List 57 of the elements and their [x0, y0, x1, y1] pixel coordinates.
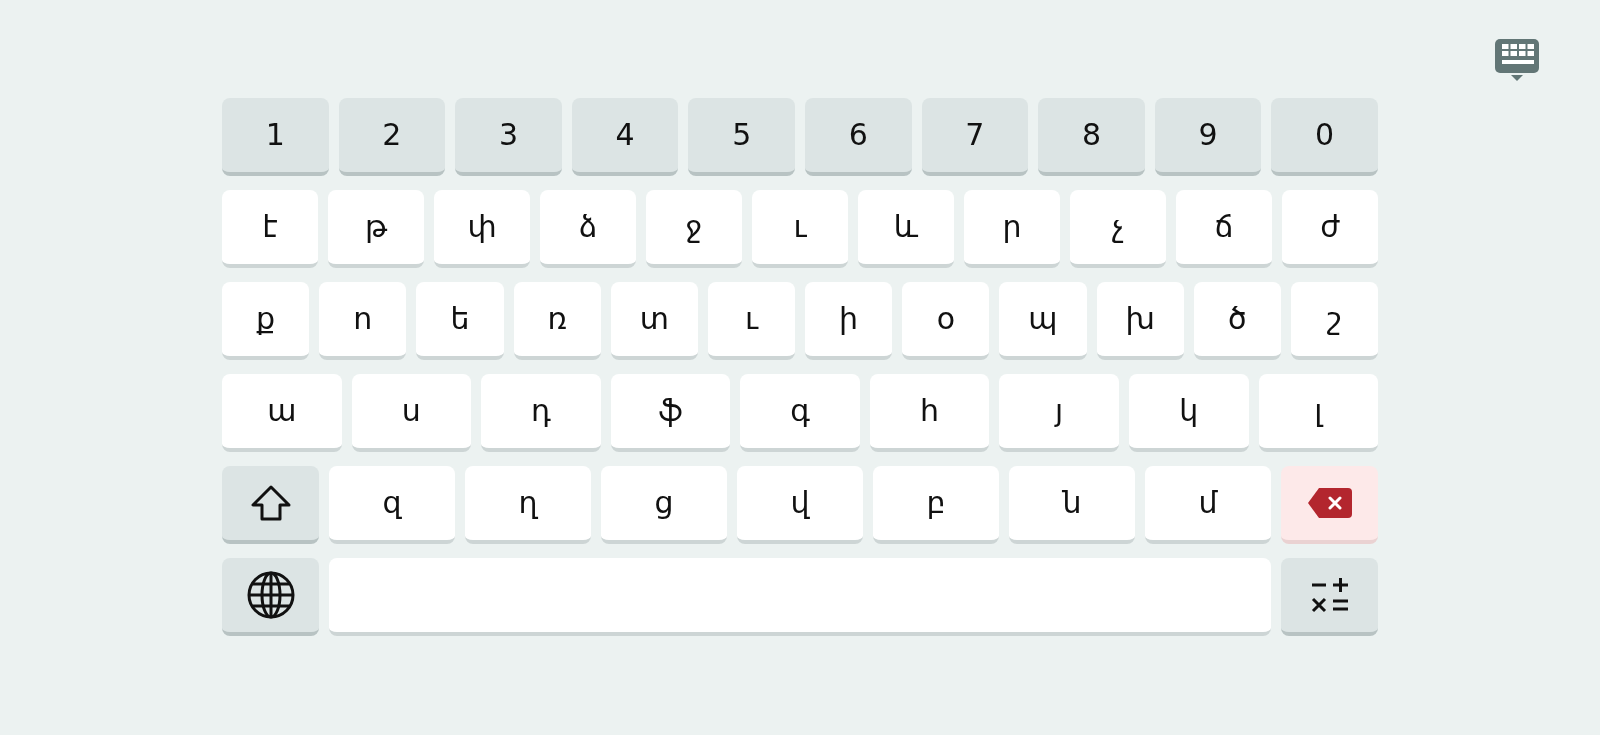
letter-key[interactable]: ք	[222, 282, 310, 360]
letter-key[interactable]: ծ	[1193, 282, 1281, 360]
letter-key[interactable]: ե	[416, 282, 504, 360]
shift-key[interactable]	[222, 466, 319, 544]
digit-key[interactable]: 9	[1154, 98, 1262, 176]
letter-key[interactable]: ւ	[707, 282, 796, 360]
letter-key[interactable]: բ	[873, 466, 999, 544]
math-symbols-icon	[1310, 577, 1349, 613]
letter-key[interactable]: շ	[1290, 282, 1379, 360]
backspace-icon	[1307, 488, 1352, 518]
letter-key[interactable]: ջ	[646, 190, 742, 268]
letter-key[interactable]: ի	[805, 282, 893, 360]
language-key[interactable]	[222, 558, 319, 636]
letter-key[interactable]: փ	[434, 190, 530, 268]
letter-key[interactable]: հ	[869, 374, 990, 452]
letter-key[interactable]: գ	[740, 374, 860, 452]
letter-key[interactable]: ո	[319, 282, 407, 360]
symbols-key[interactable]	[1281, 558, 1378, 636]
letter-key[interactable]: ձ	[540, 190, 636, 268]
letter-key[interactable]: չ	[1070, 190, 1166, 268]
digit-key[interactable]: 1	[222, 98, 329, 176]
letter-key[interactable]: ժ	[1282, 190, 1378, 268]
digit-key[interactable]: 4	[571, 98, 679, 176]
letter-key[interactable]: ճ	[1176, 190, 1272, 268]
letter-key[interactable]: և	[858, 190, 954, 268]
letter-key[interactable]: ն	[1009, 466, 1135, 544]
digit-key[interactable]: 2	[338, 98, 446, 176]
letter-key[interactable]: ղ	[465, 466, 591, 544]
letter-key[interactable]: պ	[999, 282, 1087, 360]
letter-key[interactable]: օ	[902, 282, 990, 360]
globe-icon	[246, 571, 295, 619]
letter-key[interactable]: ս	[351, 374, 472, 452]
letter-key[interactable]: ւ	[752, 190, 848, 268]
letter-key[interactable]: լ	[1258, 374, 1379, 452]
letter-key[interactable]: թ	[328, 190, 424, 268]
keyboard-icon[interactable]	[1495, 39, 1539, 81]
letter-key[interactable]: կ	[1128, 374, 1249, 452]
digit-key[interactable]: 0	[1271, 98, 1378, 176]
letter-key[interactable]: ց	[601, 466, 727, 544]
letter-key[interactable]: յ	[999, 374, 1119, 452]
backspace-key[interactable]	[1281, 466, 1378, 544]
letter-key[interactable]: ֆ	[610, 374, 731, 452]
letter-key[interactable]: ր	[964, 190, 1060, 268]
digit-key[interactable]: 6	[804, 98, 912, 176]
digit-key[interactable]: 8	[1038, 98, 1145, 176]
digit-key[interactable]: 7	[921, 98, 1029, 176]
letter-key[interactable]: է	[222, 190, 318, 268]
digit-key[interactable]: 3	[455, 98, 562, 176]
letter-key[interactable]: տ	[610, 282, 698, 360]
letter-key[interactable]: վ	[737, 466, 863, 544]
letter-key[interactable]: խ	[1096, 282, 1184, 360]
letter-key[interactable]: զ	[329, 466, 455, 544]
letter-key[interactable]: ռ	[513, 282, 601, 360]
letter-key[interactable]: մ	[1145, 466, 1271, 544]
letter-key[interactable]: դ	[481, 374, 601, 452]
digit-key[interactable]: 5	[688, 98, 795, 176]
letter-key[interactable]: ա	[222, 374, 342, 452]
